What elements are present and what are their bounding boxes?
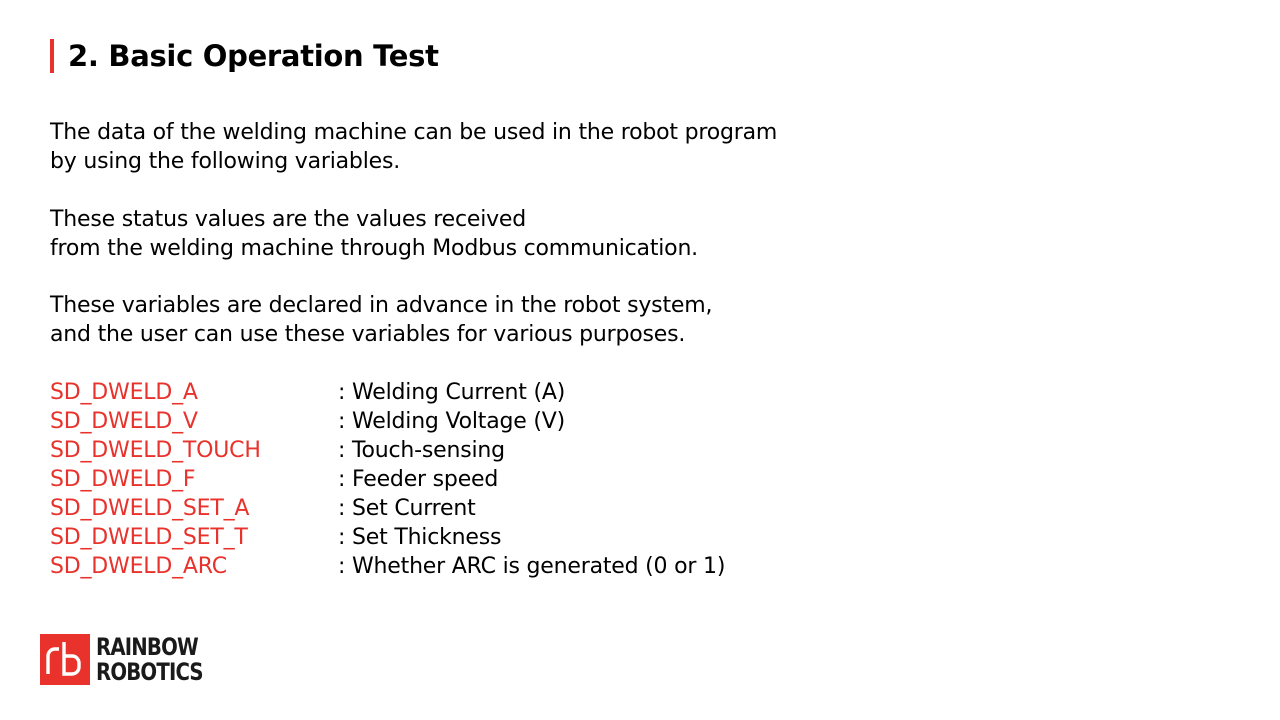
slide-body: The data of the welding machine can be u… (50, 118, 777, 581)
variable-row: SD_DWELD_TOUCH : Touch-sensing (50, 436, 777, 465)
slide-title: 2. Basic Operation Test (68, 39, 439, 73)
rb-logo-icon (40, 634, 90, 685)
variable-row: SD_DWELD_SET_A : Set Current (50, 494, 777, 523)
variable-name: SD_DWELD_V (50, 408, 198, 434)
paragraph-line: These status values are the values recei… (50, 206, 527, 232)
variable-description: : Touch-sensing (338, 437, 505, 463)
variable-name: SD_DWELD_F (50, 466, 196, 492)
variable-row: SD_DWELD_F : Feeder speed (50, 465, 777, 494)
paragraph-line: by using the following variables. (50, 149, 400, 174)
variable-name: SD_DWELD_ARC (50, 553, 227, 579)
variable-description: : Feeder speed (338, 466, 499, 492)
logo-wordmark: RAINBOW ROBOTICS (96, 632, 204, 686)
variable-row: SD_DWELD_ARC : Whether ARC is generated … (50, 552, 777, 581)
paragraph-line: The data of the welding machine can be u… (50, 120, 778, 145)
paragraph-line: from the welding machine through Modbus … (50, 235, 698, 261)
variable-description: : Set Thickness (338, 524, 502, 550)
variable-row: SD_DWELD_SET_T : Set Thickness (50, 523, 777, 552)
paragraph-line: These variables are declared in advance … (50, 293, 713, 318)
variable-description: : Set Current (338, 495, 476, 521)
title-accent-bar (50, 39, 54, 73)
variable-description: : Whether ARC is generated (0 or 1) (338, 553, 726, 579)
paragraph: These status values are the values recei… (50, 205, 777, 263)
company-logo: RAINBOW ROBOTICS (40, 634, 226, 685)
slide-title-block: 2. Basic Operation Test (50, 36, 439, 76)
paragraph-line: and the user can use these variables for… (50, 322, 686, 347)
logo-line: ROBOTICS (96, 657, 204, 686)
paragraph: The data of the welding machine can be u… (50, 118, 777, 176)
variable-row: SD_DWELD_V : Welding Voltage (V) (50, 407, 777, 436)
variable-name: SD_DWELD_SET_A (50, 495, 250, 521)
variable-name: SD_DWELD_SET_T (50, 524, 248, 550)
logo-line: RAINBOW (96, 632, 199, 661)
variable-description: : Welding Current (A) (338, 379, 566, 405)
variable-list: SD_DWELD_A : Welding Current (A) SD_DWEL… (50, 378, 777, 581)
variable-description: : Welding Voltage (V) (338, 408, 566, 434)
paragraph: These variables are declared in advance … (50, 291, 777, 349)
variable-name: SD_DWELD_TOUCH (50, 437, 261, 463)
variable-row: SD_DWELD_A : Welding Current (A) (50, 378, 777, 407)
variable-name: SD_DWELD_A (50, 379, 198, 405)
